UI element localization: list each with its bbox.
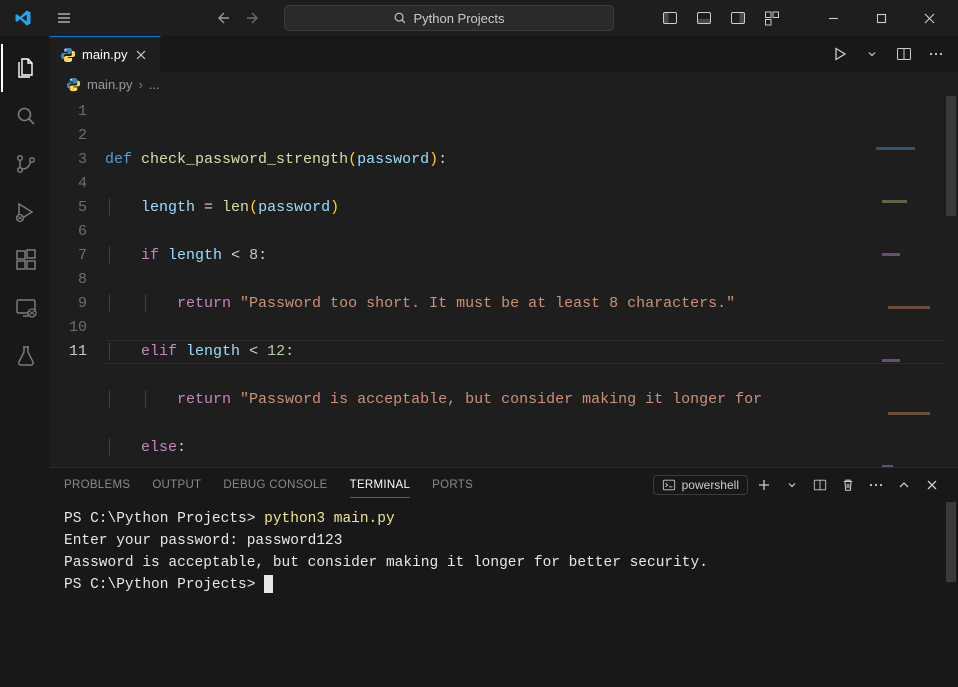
panel-tab-output[interactable]: OUTPUT	[152, 473, 201, 497]
nav-arrows	[208, 8, 268, 28]
split-editor-button[interactable]	[890, 40, 918, 68]
line-number: 10	[50, 316, 87, 340]
line-number: 6	[50, 220, 87, 244]
tab-close-button[interactable]	[134, 48, 150, 62]
tab-label: main.py	[82, 47, 128, 62]
source-control-icon	[14, 152, 38, 176]
terminal-output-line: Password is acceptable, but consider mak…	[64, 552, 944, 574]
main-row: main.py main.py › ... 1 2 3	[0, 36, 958, 687]
panel-tab-debug[interactable]: DEBUG CONSOLE	[223, 473, 327, 497]
new-terminal-button[interactable]	[752, 473, 776, 497]
customize-layout-button[interactable]	[756, 4, 788, 32]
toggle-panel-button[interactable]	[688, 4, 720, 32]
terminal-prompt: PS C:\Python Projects>	[64, 577, 264, 593]
line-number: 2	[50, 124, 87, 148]
terminal-scrollbar[interactable]	[944, 502, 958, 687]
scrollbar-thumb[interactable]	[946, 96, 956, 216]
activity-source-control[interactable]	[1, 140, 49, 188]
run-dropdown-button[interactable]	[858, 40, 886, 68]
remote-explorer-icon	[14, 296, 38, 320]
terminal-icon	[662, 478, 676, 492]
terminal-prompt: PS C:\Python Projects>	[64, 511, 264, 527]
title-bar-controls	[654, 0, 952, 36]
terminal-cursor	[264, 575, 273, 593]
nav-back-button[interactable]	[208, 8, 236, 28]
testing-icon	[14, 344, 38, 368]
menu-button[interactable]	[48, 6, 80, 30]
split-terminal-button[interactable]	[808, 473, 832, 497]
line-number: 1	[50, 100, 87, 124]
toggle-secondary-sidebar-button[interactable]	[722, 4, 754, 32]
activity-bar	[0, 36, 50, 687]
scrollbar-thumb[interactable]	[946, 502, 956, 582]
line-number-gutter: 1 2 3 4 5 6 7 8 9 10 11	[50, 96, 105, 467]
editor-tab-actions	[826, 36, 958, 72]
panel-tab-ports[interactable]: PORTS	[432, 473, 473, 497]
bottom-panel: PROBLEMS OUTPUT DEBUG CONSOLE TERMINAL P…	[50, 467, 958, 687]
panel-tab-problems[interactable]: PROBLEMS	[64, 473, 130, 497]
editor-tab-bar: main.py	[50, 36, 958, 72]
panel-tab-terminal[interactable]: TERMINAL	[350, 473, 411, 498]
extensions-icon	[14, 248, 38, 272]
line-number: 4	[50, 172, 87, 196]
breadcrumb-separator: ›	[139, 77, 143, 92]
code-content[interactable]: def check_password_strength(password): │…	[105, 96, 958, 467]
search-text: Python Projects	[413, 11, 504, 26]
search-icon	[393, 11, 407, 25]
window-minimize-button[interactable]	[810, 0, 856, 36]
line-number: 3	[50, 148, 87, 172]
panel-tabs: PROBLEMS OUTPUT DEBUG CONSOLE TERMINAL P…	[50, 468, 958, 502]
activity-run-debug[interactable]	[1, 188, 49, 236]
line-number: 9	[50, 292, 87, 316]
terminal-content[interactable]: PS C:\Python Projects> python3 main.py E…	[50, 502, 958, 687]
kill-terminal-button[interactable]	[836, 473, 860, 497]
line-number: 7	[50, 244, 87, 268]
panel-close-button[interactable]	[920, 473, 944, 497]
breadcrumb-file: main.py	[87, 77, 133, 92]
activity-testing[interactable]	[1, 332, 49, 380]
window-close-button[interactable]	[906, 0, 952, 36]
editor-area: main.py main.py › ... 1 2 3	[50, 36, 958, 687]
editor-scrollbar[interactable]	[944, 96, 958, 467]
python-file-icon	[66, 77, 81, 92]
shell-name: powershell	[682, 478, 739, 492]
line-number: 5	[50, 196, 87, 220]
window-maximize-button[interactable]	[858, 0, 904, 36]
terminal-command: python3 main.py	[264, 511, 395, 527]
command-center-search[interactable]: Python Projects	[284, 5, 614, 31]
run-debug-icon	[14, 200, 38, 224]
breadcrumb-more: ...	[149, 77, 160, 92]
editor-tab-main-py[interactable]: main.py	[50, 36, 161, 72]
activity-search[interactable]	[1, 92, 49, 140]
title-bar: Python Projects	[0, 0, 958, 36]
search-icon	[14, 104, 38, 128]
python-file-icon	[60, 47, 76, 63]
line-number: 11	[50, 340, 87, 364]
toggle-primary-sidebar-button[interactable]	[654, 4, 686, 32]
activity-remote[interactable]	[1, 284, 49, 332]
minimap[interactable]	[872, 98, 942, 198]
panel-more-button[interactable]	[864, 473, 888, 497]
vscode-logo-icon	[14, 9, 32, 27]
terminal-shell-select[interactable]: powershell	[653, 475, 748, 495]
code-editor[interactable]: 1 2 3 4 5 6 7 8 9 10 11 def check_passwo…	[50, 96, 958, 467]
line-number: 8	[50, 268, 87, 292]
new-terminal-dropdown[interactable]	[780, 473, 804, 497]
activity-explorer[interactable]	[1, 44, 49, 92]
panel-maximize-button[interactable]	[892, 473, 916, 497]
breadcrumb[interactable]: main.py › ...	[50, 72, 958, 96]
panel-actions: powershell	[653, 473, 944, 497]
activity-extensions[interactable]	[1, 236, 49, 284]
terminal-output-line: Enter your password: password123	[64, 530, 944, 552]
run-file-button[interactable]	[826, 40, 854, 68]
nav-forward-button[interactable]	[240, 8, 268, 28]
files-icon	[14, 56, 38, 80]
editor-more-button[interactable]	[922, 40, 950, 68]
